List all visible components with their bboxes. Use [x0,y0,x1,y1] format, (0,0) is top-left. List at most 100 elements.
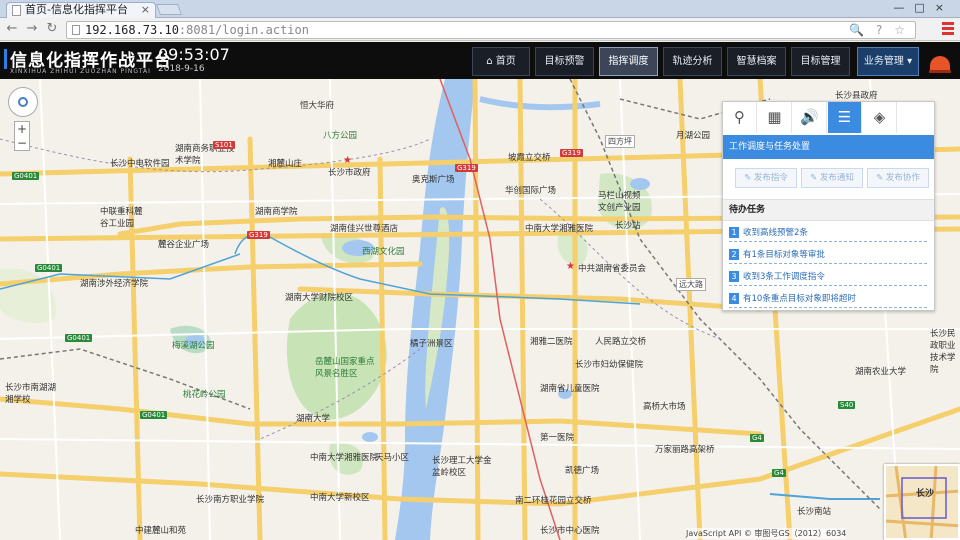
map-label: 四方坪 [605,135,635,148]
url-path: :8081/login.action [178,23,309,37]
window-controls[interactable]: —□× [893,1,954,14]
nav-target-management[interactable]: 目标管理 [791,47,850,76]
nav-home[interactable]: ⌂ 首页 [472,47,530,76]
map-label: 长沙南方职业学院 [196,495,265,505]
road-shield: G4 [750,434,764,442]
task-item[interactable]: 3 收到3条工作调度指令 [729,270,927,286]
overview-label: 长沙 [916,489,935,499]
map-label: 南二环桂花园立交桥 [515,496,592,506]
map-label: 中南大学湘雅医院 [525,224,594,234]
road-shield: G319 [455,164,478,172]
map-label: 桃花岭公园 [183,390,226,400]
map-copyright: JavaScript API © 审图号GS（2012）6034 [686,528,847,539]
map-label: 远大路 [676,278,706,291]
map-label: 坡霞立交桥 [508,153,551,163]
speaker-icon[interactable]: 🔊 [793,102,827,133]
road-shield: G0401 [12,172,40,180]
url-host: 192.168.73.10 [85,23,179,37]
tab-close-icon[interactable]: × [141,3,150,17]
overview-minimap[interactable]: 长沙 [884,464,960,540]
map-label: 高桥大市场 [643,402,686,412]
map-label: 湖南佳兴世尊酒店 [330,224,399,234]
nav-command-dispatch[interactable]: 指挥调度 [599,47,658,76]
map-label: 长沙理工大学金盆岭校区 [432,456,492,478]
map-label: 长沙市妇幼保健院 [575,360,644,370]
task-number: 2 [729,249,739,260]
grid-icon[interactable]: ▦ [758,102,792,133]
nav-business-management-dropdown[interactable]: 业务管理 ▾ [857,47,919,76]
road-shield: S101 [213,141,235,149]
map-label: 中联重科麓谷工业园 [100,207,143,229]
map-label: 岳麓山国家重点风景名胜区 [315,357,375,379]
browser-tab[interactable]: 首页-信息化指挥平台 × [6,2,156,18]
app-subtitle: XINXIHUA ZHIHUI ZUOZHAN PINGTAI [10,68,151,75]
reload-icon[interactable]: ↻ [44,21,60,37]
map-label: 湖南大学财院校区 [285,293,354,303]
forward-arrow-icon[interactable]: → [24,21,40,37]
task-item[interactable]: 4 有10条重点目标对象即将超时 [729,292,927,308]
map-label: 长沙民政职业技术学院 [930,329,956,375]
map-label: 中共湖南省委员会 [578,264,647,274]
task-text: 收到3条工作调度指令 [743,272,825,282]
task-item[interactable]: 2 有1条目标对象等审批 [729,248,927,264]
road-shield: S40 [838,401,856,409]
map-label: 湘麓山庄 [268,159,303,169]
map-label: 第一医院 [540,433,575,443]
task-number: 4 [729,293,739,304]
zoom-in-icon[interactable]: + [15,122,29,136]
map-label: 湖南大学 [296,414,331,424]
road-shield: G0401 [65,334,93,342]
map-label: 华创国际广场 [505,186,557,196]
map-label: 马栏山视频文创产业园 [598,191,641,213]
dispatch-panel: ⚲ ▦ 🔊 ☰ ◈ 工作调度与任务处置 ✎ 发布指令 ✎ 发布通知 ✎ 发布协作… [722,101,935,311]
road-shield: G4 [772,469,786,477]
map-pan-control[interactable] [8,87,38,117]
map-zoom-control[interactable]: + − [14,121,30,151]
publish-notice-button[interactable]: ✎ 发布通知 [801,168,863,188]
stack-icon[interactable]: ◈ [863,102,897,133]
map-label: 长沙市南湖湖湘学校 [5,383,57,405]
back-arrow-icon[interactable]: ← [4,21,20,37]
task-text: 收到高线预警2条 [743,228,808,238]
publish-collaboration-button[interactable]: ✎ 发布协作 [867,168,929,188]
map-label: 长沙市中心医院 [540,526,600,536]
compass-icon [18,97,28,107]
pending-tasks-title: 待办任务 [723,199,934,221]
map-label: 八方公园 [323,131,358,141]
map-label: 万家丽路高架桥 [655,445,715,455]
map-label: 湖南省儿童医院 [540,384,600,394]
panel-toolbar: ⚲ ▦ 🔊 ☰ ◈ [723,102,934,133]
nav-target-warning[interactable]: 目标预警 [535,47,594,76]
layers-list-icon[interactable]: ☰ [828,102,862,133]
app-header: 信息化指挥作战平台 XINXIHUA ZHIHUI ZUOZHAN PINGTA… [0,42,960,79]
road-shield: G0401 [35,264,63,272]
road-shield: G319 [247,231,270,239]
clock: 09:53:07 [158,45,230,64]
task-number: 1 [729,227,739,238]
nav-trajectory-analysis[interactable]: 轨迹分析 [663,47,722,76]
panel-header: 工作调度与任务处置 [723,135,934,159]
tab-title: 首页-信息化指挥平台 [25,3,128,16]
page-icon [12,5,21,16]
map-label: 长沙市政府 [328,168,371,178]
zoom-out-icon[interactable]: − [15,136,29,150]
map-label: 中南大学湘雅医院 [310,453,379,463]
nav-smart-archive[interactable]: 智慧档案 [727,47,786,76]
panel-actions: ✎ 发布指令 ✎ 发布通知 ✎ 发布协作 [723,168,934,190]
task-item[interactable]: 1 收到高线预警2条 [729,226,927,242]
url-input[interactable]: 192.168.73.10:8081/login.action 🔍 ? ☆ [66,21,916,39]
task-text: 有10条重点目标对象即将超时 [743,294,856,304]
map-label: 湘雅二医院 [530,337,573,347]
new-tab-button[interactable] [155,4,183,15]
road-shield: G319 [560,149,583,157]
map-label: 长沙县政府 [835,91,878,101]
publish-command-button[interactable]: ✎ 发布指令 [735,168,797,188]
browser-menu-icon[interactable] [942,22,954,36]
search-icon[interactable]: ⚲ [723,102,757,133]
map-label: 梅溪湖公园 [172,341,215,351]
alarm-light-icon[interactable] [929,56,951,73]
minimap-canvas [886,466,958,538]
omnibox-icons[interactable]: 🔍 ? ☆ [849,22,909,38]
map-label: 湖南商学院 [255,207,298,217]
map-label: 人民路立交桥 [595,337,647,347]
